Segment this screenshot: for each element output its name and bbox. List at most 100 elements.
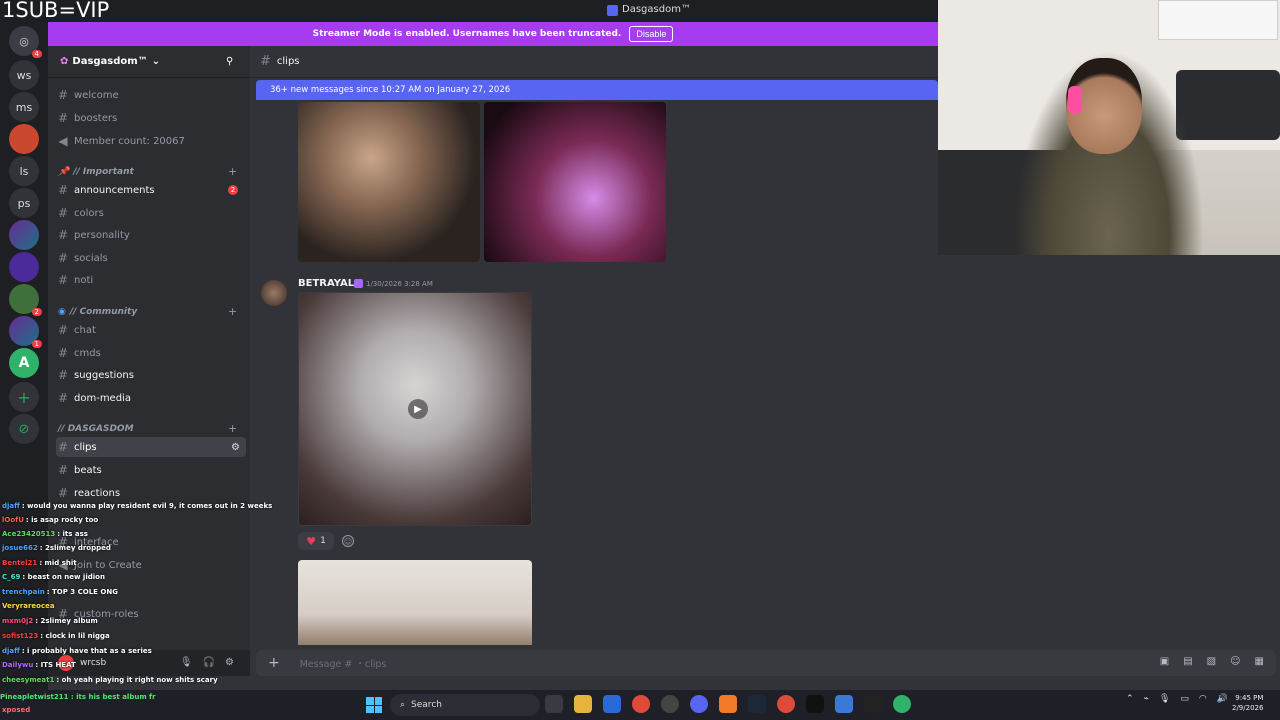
monitor-icon[interactable]: ▭ xyxy=(1180,694,1189,704)
channel-interface[interactable]: # interface xyxy=(56,532,246,552)
server-icon-a[interactable]: A xyxy=(9,348,39,378)
disable-streamer-mode-button[interactable]: Disable xyxy=(629,26,674,42)
channel-label: suggestions xyxy=(74,369,134,381)
clock-time: 9:45 PM xyxy=(1235,694,1264,702)
add-channel-icon[interactable]: + xyxy=(228,165,237,178)
add-channel-icon[interactable]: + xyxy=(228,422,237,435)
taskbar-clock[interactable]: 9:45 PM 2/9/2026 xyxy=(1232,693,1263,713)
steam-icon[interactable] xyxy=(748,695,766,713)
add-server-icon[interactable]: + xyxy=(9,382,39,412)
channel-suggestions[interactable]: # suggestions xyxy=(56,365,246,385)
discover-icon[interactable]: ⊘ xyxy=(9,414,39,444)
emoji-icon[interactable]: ☺ xyxy=(1230,656,1240,667)
task-view-icon[interactable] xyxy=(545,695,563,713)
channel-announcements[interactable]: # announcements 2 xyxy=(56,180,246,200)
discord-icon[interactable] xyxy=(690,695,708,713)
channel-clips[interactable]: # clips ⚙ xyxy=(56,437,246,457)
server-header[interactable]: ✿ Dasgasdom™ ⌄ ⚲ xyxy=(48,46,250,78)
server-ws[interactable]: ws xyxy=(9,60,39,90)
windows-start-icon[interactable] xyxy=(366,697,382,713)
apps-icon[interactable]: ▦ xyxy=(1255,656,1264,667)
chrome-icon-2[interactable] xyxy=(777,695,795,713)
webcam-window xyxy=(1158,0,1278,40)
server-ms[interactable]: ms xyxy=(9,92,39,122)
server-ps[interactable]: ps xyxy=(9,188,39,218)
server-dasgasdom[interactable]: 2 xyxy=(9,284,42,316)
channel-personality[interactable]: # personality xyxy=(56,225,246,245)
server-ls[interactable]: ls xyxy=(9,156,39,186)
channel-label: announcements xyxy=(74,184,155,196)
channel-chat[interactable]: # chat xyxy=(56,320,246,340)
username: wrcsb xyxy=(80,658,107,668)
channel-join-to-create[interactable]: ◀ Join to Create xyxy=(56,555,246,575)
server-icon-gaming[interactable] xyxy=(9,220,39,250)
network-icon[interactable]: ⌁ xyxy=(1144,694,1149,704)
gift-icon[interactable]: ▣ xyxy=(1160,656,1169,667)
message-author[interactable]: BETRAYAL xyxy=(298,278,354,289)
invite-icon[interactable]: ⚲ xyxy=(226,56,233,67)
chrome-icon-3[interactable] xyxy=(893,695,911,713)
play-icon[interactable]: ▶ xyxy=(408,399,428,419)
wifi-icon[interactable]: ◠ xyxy=(1199,694,1207,704)
add-reaction-icon[interactable]: ☺ xyxy=(342,535,354,547)
server-icon-red[interactable] xyxy=(9,124,39,154)
add-attachment-icon[interactable]: + xyxy=(268,655,280,671)
chevron-up-icon[interactable]: ⌃ xyxy=(1126,694,1134,704)
server-icon-purple[interactable] xyxy=(9,252,39,282)
clip-image-2[interactable] xyxy=(484,102,666,262)
app-icon-blue[interactable] xyxy=(835,695,853,713)
store-icon[interactable] xyxy=(603,695,621,713)
new-messages-bar[interactable]: 36+ new messages since 10:27 AM on Janua… xyxy=(256,80,938,100)
chrome-icon[interactable] xyxy=(632,695,650,713)
channel-noti[interactable]: # noti xyxy=(56,270,246,290)
reaction-heart[interactable]: ♥ 1 xyxy=(298,532,334,550)
avatar[interactable] xyxy=(58,655,74,671)
channel-sidebar: ✿ Dasgasdom™ ⌄ ⚲ # welcome # boosters ◀ Mem… xyxy=(48,46,250,650)
microphone-icon[interactable]: 🎙 xyxy=(1159,694,1170,704)
server-name: Dasgasdom™ xyxy=(72,56,148,67)
channel-label: noti xyxy=(74,274,94,286)
channel-label: Join to Create xyxy=(74,559,142,571)
category-label: // Community xyxy=(69,307,138,317)
clip-image-1[interactable] xyxy=(298,102,480,262)
clip-image-4[interactable] xyxy=(298,560,532,645)
obs-icon[interactable] xyxy=(661,695,679,713)
channel-reactions[interactable]: # reactions xyxy=(56,483,246,503)
channel-beats[interactable]: # beats xyxy=(56,460,246,480)
terminal-icon[interactable] xyxy=(806,695,824,713)
hash-icon: # xyxy=(57,206,69,220)
dm-home-button[interactable]: ◎ 4 xyxy=(9,26,42,58)
webcam-feed xyxy=(938,0,1280,255)
avatar[interactable] xyxy=(261,280,287,306)
headphones-icon[interactable]: 🎧 xyxy=(203,657,215,668)
microphone-icon[interactable]: 🎙 xyxy=(180,657,193,668)
add-channel-icon[interactable]: + xyxy=(228,305,237,318)
channel-socials[interactable]: # socials xyxy=(56,248,246,268)
category-community[interactable]: ◉// Community xyxy=(58,307,137,317)
volume-icon[interactable]: 🔊 xyxy=(1217,694,1228,704)
settings-icon[interactable]: ⚙ xyxy=(231,442,240,453)
category-dasgasdom[interactable]: // DASGASDOM xyxy=(58,424,134,434)
category-important[interactable]: 📌// Important xyxy=(58,167,134,177)
hash-icon: # xyxy=(57,535,69,549)
sticker-icon[interactable]: ▧ xyxy=(1207,656,1216,667)
server-icon-gaming-2[interactable]: 1 xyxy=(9,316,42,348)
message-composer[interactable]: + Message # ・clips ▣ ▤ ▧ ☺ ▦ xyxy=(256,650,1276,676)
gear-icon[interactable]: ⚙ xyxy=(225,657,234,668)
video-attachment[interactable]: ▶ xyxy=(298,292,532,526)
channel-colors[interactable]: # colors xyxy=(56,203,246,223)
taskbar-search[interactable]: ⌕ Search xyxy=(390,694,540,716)
app-icon-orange[interactable] xyxy=(719,695,737,713)
channel-welcome[interactable]: # welcome xyxy=(56,85,246,105)
channel-dom-media[interactable]: # dom-media xyxy=(56,388,246,408)
gif-icon[interactable]: ▤ xyxy=(1183,656,1192,667)
composer-icons: ▣ ▤ ▧ ☺ ▦ xyxy=(1160,656,1264,667)
channel-cmds[interactable]: # cmds xyxy=(56,343,246,363)
search-label: Search xyxy=(411,700,442,710)
channel-label: socials xyxy=(74,252,108,264)
channel-custom-roles[interactable]: # custom-roles xyxy=(56,604,246,624)
channel-member-count[interactable]: ◀ Member count: 20067 xyxy=(56,131,246,151)
channel-boosters[interactable]: # boosters xyxy=(56,108,246,128)
file-explorer-icon[interactable] xyxy=(574,695,592,713)
app-icon-dark[interactable] xyxy=(864,695,882,713)
